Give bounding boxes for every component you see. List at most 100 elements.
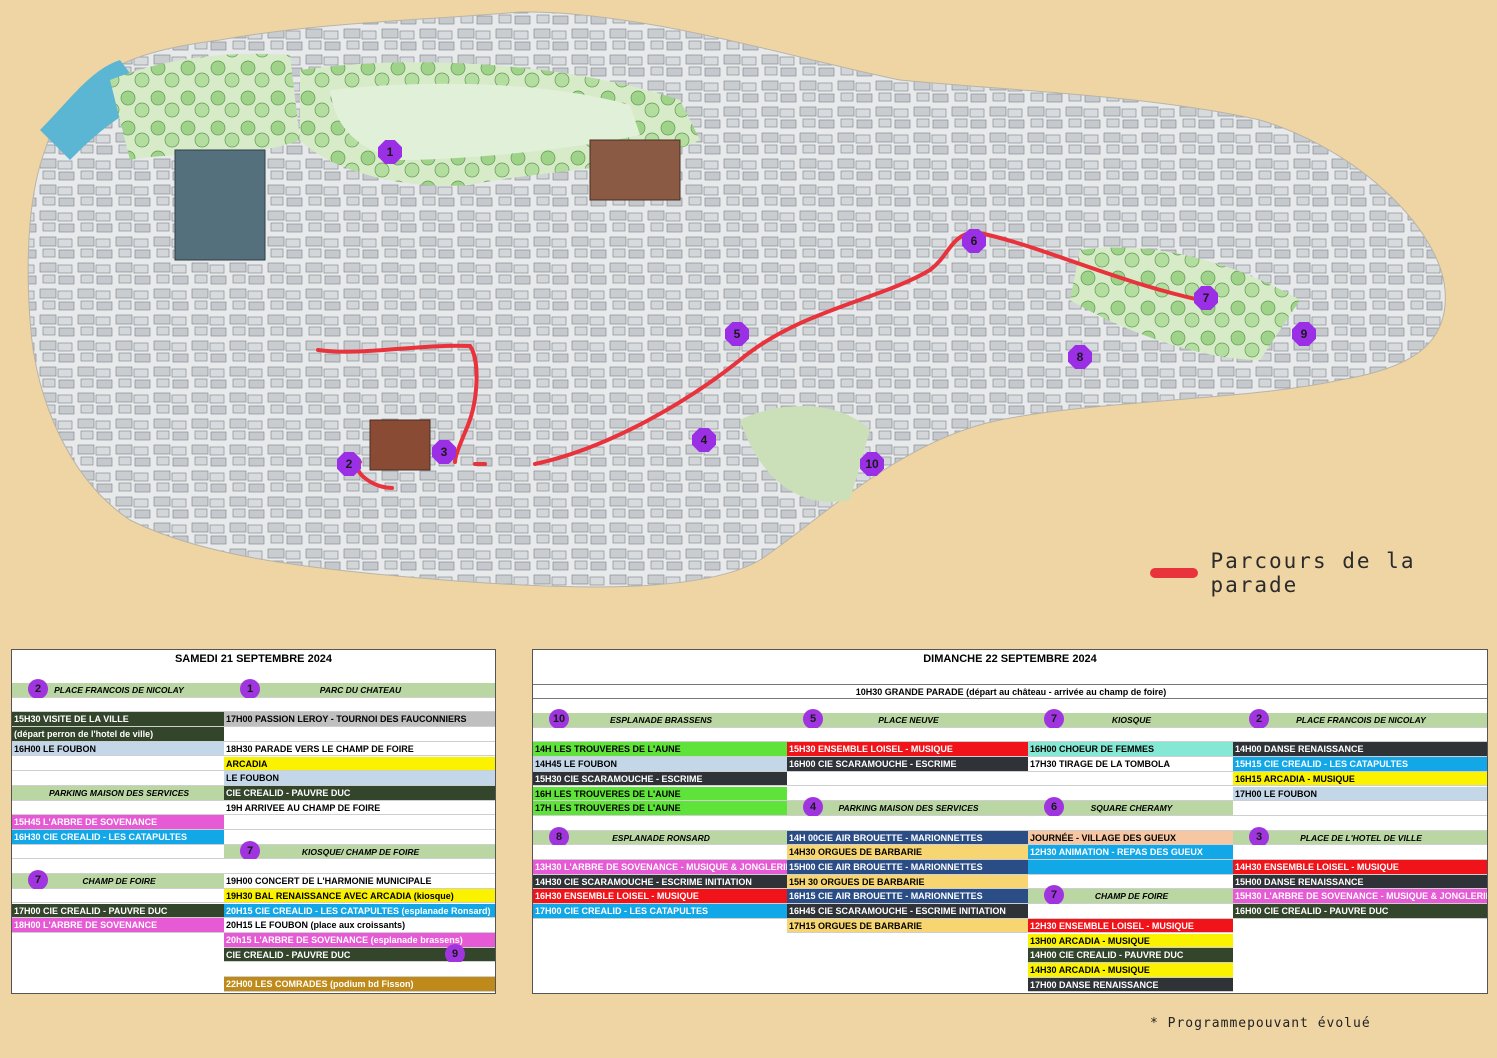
schedule-entry (787, 815, 1028, 831)
saturday-title: SAMEDI 21 SEPTEMBRE 2024 (174, 653, 333, 665)
schedule-entry: 12H30 ENSEMBLE LOISEL - MUSIQUE (1028, 918, 1233, 934)
schedule-entry: 16H00 CHOEUR DE FEMMES (1028, 742, 1233, 758)
venue-number-badge: 7 (240, 840, 260, 861)
schedule-entry (787, 786, 1028, 802)
schedule-entry (1233, 801, 1487, 816)
schedule-entry (224, 815, 495, 830)
schedule-entry (533, 727, 787, 743)
schedule-entry: 17H15 ORGUES DE BARBARIE (787, 918, 1028, 934)
sunday-schedule-table: DIMANCHE 22 SEPTEMBRE 2024 10H30 GRANDE … (532, 649, 1488, 994)
schedule-entry: 16H00 CIE CREALID - PAUVRE DUC (1233, 904, 1487, 919)
venue-number-badge: 1 (240, 679, 260, 699)
venue-number-badge: 10 (549, 709, 569, 729)
schedule-entry: 17H00 CIE CREALID - LES CATAPULTES (533, 904, 787, 919)
map-legend: Parcours de la parade (1150, 549, 1497, 597)
schedule-entry: 15H 30 ORGUES DE BARBARIE (787, 874, 1028, 890)
schedule-entry (533, 815, 787, 831)
schedule-entry: 17H30 TIRAGE DE LA TOMBOLA (1028, 757, 1233, 772)
schedule-entry: 17H LES TROUVERES DE L'AUNE (533, 801, 787, 816)
schedule-entry: 19H00 CONCERT DE L'HARMONIE MUNICIPALE (224, 874, 495, 889)
schedule-entry (1233, 727, 1487, 743)
schedule-entry (1233, 815, 1487, 831)
schedule-entry: Journée - VILLAGE DES GUEUX (1028, 830, 1233, 846)
schedule-entry: 16H45 CIE SCARAMOUCHE - ESCRIME INITIATI… (787, 904, 1028, 919)
schedule-entry: 14H00 DANSE RENAISSANCE (1233, 742, 1487, 758)
schedule-entry: 18H30 PARADE VERS LE CHAMP DE FOIRE (224, 741, 495, 757)
schedule-entry: 17H00 LE FOUBON (1233, 786, 1487, 802)
schedule-entry: 16H30 ENSEMBLE LOISEL - MUSIQUE (533, 889, 787, 905)
venue-header: PARKING MAISON DES SERVICES (787, 801, 1028, 816)
venue-number-badge: 2 (1249, 709, 1269, 729)
schedule-entry: 16H00 LE FOUBON (12, 741, 224, 757)
schedule-entry: 19H ARRIVEE AU CHAMP DE FOIRE (224, 800, 495, 816)
parade-route-swatch (1150, 568, 1199, 578)
schedule-entry: 15H30 L'ARBRE DE SOVENANCE - MUSIQUE & J… (1233, 889, 1487, 905)
schedule-entry: 15H30 VISITE DE LA VILLE (12, 712, 224, 728)
venue-header: PLACE NEUVE (787, 713, 1028, 728)
schedule-entry (224, 727, 495, 742)
venue-header: ESPLANADE RONSARD (533, 830, 787, 846)
schedule-entry: 16H00 CIE SCARAMOUCHE - ESCRIME (787, 757, 1028, 772)
schedule-entry: 16H15 CIE AIR BROUETTE - MARIONNETTES (787, 889, 1028, 905)
venue-number-badge: 7 (1044, 709, 1064, 729)
saturday-schedule-table: SAMEDI 21 SEPTEMBRE 2024 PLACE FRANCOIS … (11, 649, 496, 994)
schedule-entry: 15H45 L'ARBRE DE SOVENANCE (12, 815, 224, 830)
schedule-entry (1028, 815, 1233, 831)
venue-header: PLACE FRANCOIS DE NICOLAY (1233, 713, 1487, 728)
schedule-entry: 17H00 PASSION LEROY - TOURNOI DES FAUCON… (224, 712, 495, 728)
schedule-entry (224, 859, 495, 875)
schedule-entry: 22H00 LES COMRADES (podium bd Fisson) (224, 977, 495, 992)
legend-label: Parcours de la parade (1210, 549, 1416, 597)
map-marker-2[interactable]: 2 (337, 452, 361, 476)
map-marker-1[interactable]: 1 (378, 140, 402, 164)
schedule-entry (1233, 845, 1487, 860)
schedule-entry (12, 697, 224, 713)
schedule-entry (533, 845, 787, 860)
schedule-entry: 14H00 CIE CREALID - PAUVRE DUC (1028, 948, 1233, 963)
schedule-entry (224, 697, 495, 713)
schedule-entry: 14H45 LE FOUBON (533, 757, 787, 772)
schedule-entry: 19H30 BAL RENAISSANCE AVEC ARCADIA (kios… (224, 888, 495, 904)
schedule-entry (224, 962, 495, 977)
schedule-entry (12, 844, 224, 860)
schedule-entry (12, 771, 224, 786)
schedule-entry: 15H30 ENSEMBLE LOISEL - MUSIQUE (787, 742, 1028, 758)
schedule-entry: 15H00 CIE AIR BROUETTE - MARIONNETTES (787, 860, 1028, 875)
schedule-entry (12, 800, 224, 816)
venue-number-badge: 3 (1249, 826, 1269, 847)
town-map (27, 11, 1446, 588)
sunday-title: DIMANCHE 22 SEPTEMBRE 2024 (923, 653, 1097, 665)
schedule-entry: 15H15 CIE CREALID - LES CATAPULTES (1233, 757, 1487, 772)
grand-parade-row: 10H30 GRANDE PARADE (départ au château -… (533, 684, 1487, 699)
schedule-entry (787, 727, 1028, 743)
schedule-entry: 20H15 CIE CREALID - LES CATAPULTES (espl… (224, 903, 495, 919)
town-hall (369, 419, 431, 471)
schedule-entry (224, 830, 495, 845)
venue-number-badge: 8 (549, 826, 569, 847)
programme-note: * Programmepouvant évolué (1150, 1016, 1371, 1031)
schedule-entry: 15H00 DANSE RENAISSANCE (1233, 874, 1487, 890)
schedule-entry: 13H00 ARCADIA - MUSIQUE (1028, 933, 1233, 949)
schedule-entry: 14H 00CIE AIR BROUETTE - MARIONNETTES (787, 830, 1028, 846)
schedule-entry (12, 888, 224, 904)
schedule-entry: 14H30 ARCADIA - MUSIQUE (1028, 962, 1233, 978)
schedule-entry (787, 771, 1028, 787)
schedule-entry: 16H15 ARCADIA - MUSIQUE (1233, 771, 1487, 787)
venue-number-badge: 9 (445, 943, 465, 964)
schedule-entry (1028, 727, 1233, 743)
map-marker-3[interactable]: 3 (432, 440, 456, 464)
castle-building (174, 149, 266, 261)
schedule-entry: 16H LES TROUVERES DE L'AUNE (533, 786, 787, 802)
venue-header: PARC DU CHATEAU (224, 683, 495, 698)
schedule-entry: 18H00 L'ARBRE DE SOVENANCE (12, 918, 224, 933)
schedule-entry (1028, 771, 1233, 787)
schedule-entry: CIE CREALID - PAUVRE DUC (224, 785, 495, 801)
schedule-entry: ARCADIA (224, 756, 495, 772)
schedule-entry: 15H30 CIE SCARAMOUCHE - ESCRIME (533, 771, 787, 787)
venue-number-badge: 2 (28, 679, 48, 699)
schedule-entry (12, 756, 224, 772)
schedule-entry: 14H LES TROUVERES DE L'AUNE (533, 742, 787, 758)
venue-header: ESPLANADE BRASSENS (533, 713, 787, 728)
schedule-entry: 14H30 CIE SCARAMOUCHE - ESCRIME INITIATI… (533, 874, 787, 890)
venue-number-badge: 7 (28, 870, 48, 891)
